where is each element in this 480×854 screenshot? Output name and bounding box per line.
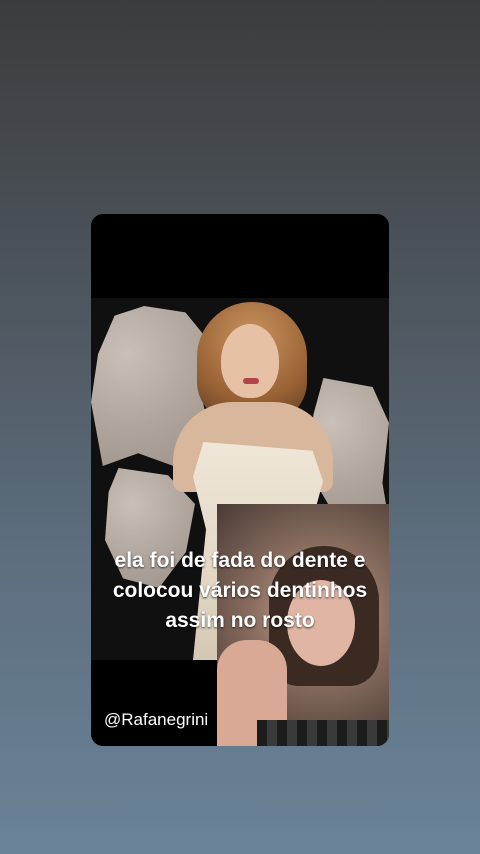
- caption-text: ela foi de fada do dente e colocou vário…: [91, 546, 389, 636]
- model-lips: [243, 378, 259, 384]
- video-card[interactable]: ela foi de fada do dente e colocou vário…: [91, 214, 389, 746]
- caption-line: ela foi de fada do dente e: [114, 549, 366, 572]
- creator-handle[interactable]: @Rafanegrini: [104, 710, 208, 730]
- caption-line: colocou vários dentinhos: [112, 579, 368, 602]
- creator-top: [257, 720, 389, 746]
- caption-line: assim no rosto: [165, 609, 315, 632]
- model-face: [221, 324, 279, 398]
